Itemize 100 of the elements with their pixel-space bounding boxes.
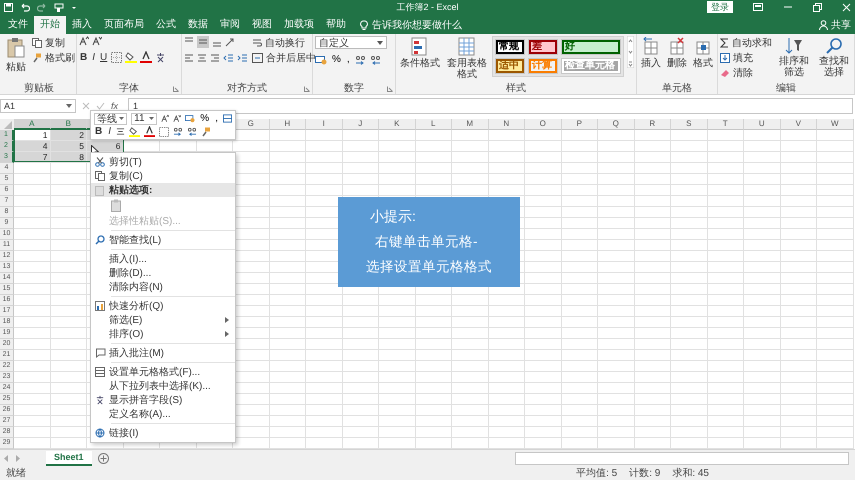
- column-header[interactable]: U: [744, 119, 780, 130]
- column-header[interactable]: R: [634, 119, 671, 130]
- column-header[interactable]: Q: [598, 119, 634, 130]
- scroll-right-icon[interactable]: [15, 454, 20, 462]
- number-style-button[interactable]: ,: [214, 113, 219, 124]
- share-button[interactable]: 共享: [831, 18, 851, 32]
- name-box[interactable]: A1: [0, 99, 76, 113]
- column-header[interactable]: S: [671, 119, 708, 130]
- shrink-font-icon[interactable]: [173, 114, 182, 123]
- font-name-field[interactable]: 等线: [94, 112, 128, 124]
- number-style-button[interactable]: %: [199, 113, 210, 124]
- font-style-button[interactable]: U: [99, 52, 108, 62]
- select-all-icon[interactable]: [0, 119, 14, 130]
- column-header[interactable]: M: [452, 119, 488, 130]
- column-header[interactable]: K: [379, 119, 416, 130]
- dialog-launcher-icon[interactable]: [304, 86, 310, 92]
- paste-option-icon[interactable]: [111, 199, 122, 212]
- cells-button[interactable]: 格式: [691, 36, 715, 71]
- insert-function-button[interactable]: fx: [111, 101, 122, 111]
- clear-button[interactable]: 清除: [720, 66, 772, 79]
- copy-button[interactable]: 复制: [32, 36, 75, 49]
- align-center-icon[interactable]: [116, 127, 126, 136]
- column-header[interactable]: G: [233, 119, 270, 130]
- align-center-icon[interactable]: [197, 53, 207, 63]
- phonetic-icon[interactable]: [155, 52, 166, 62]
- border-icon[interactable]: [111, 52, 122, 62]
- column-header[interactable]: O: [525, 119, 562, 130]
- currency-icon[interactable]: [185, 114, 196, 123]
- align-right-icon[interactable]: [210, 53, 220, 63]
- border-icon[interactable]: [159, 126, 170, 136]
- menu-item[interactable]: 插入批注(M): [91, 346, 235, 360]
- increase-decimal-icon[interactable]: [354, 54, 366, 64]
- ribbon-tab[interactable]: 加载项: [278, 16, 320, 34]
- number-format-dropdown[interactable]: 自定义: [315, 36, 387, 49]
- sort-filter-button[interactable]: 排序和筛选: [776, 36, 812, 79]
- decrease-decimal-icon[interactable]: [370, 54, 381, 64]
- dialog-launcher-icon[interactable]: [173, 86, 179, 92]
- align-left-icon[interactable]: [184, 53, 194, 63]
- menu-item[interactable]: 显示拼音字段(S): [91, 393, 235, 407]
- increase-indent-icon[interactable]: [237, 53, 248, 63]
- fill-button[interactable]: 填充: [720, 51, 772, 64]
- menu-item[interactable]: 设置单元格格式(F)...: [91, 365, 235, 379]
- sign-in-button[interactable]: 登录: [707, 1, 733, 13]
- column-header[interactable]: T: [708, 119, 744, 130]
- menu-item[interactable]: 链接(I): [91, 426, 235, 440]
- enter-icon[interactable]: [96, 102, 105, 110]
- format-painter-icon[interactable]: [201, 126, 212, 136]
- shrink-font-icon[interactable]: [92, 36, 102, 46]
- grid-cell[interactable]: 2: [50, 130, 87, 141]
- ribbon-display-icon[interactable]: [753, 3, 763, 11]
- menu-item[interactable]: 智能查找(L): [91, 233, 235, 247]
- increase-decimal-icon[interactable]: [173, 127, 184, 136]
- table-format-icon[interactable]: [222, 114, 232, 123]
- find-select-button[interactable]: 查找和选择: [816, 36, 852, 79]
- tell-me-search[interactable]: 告诉我你想要做什么: [372, 18, 462, 32]
- column-header[interactable]: N: [488, 119, 525, 130]
- align-middle-icon[interactable]: [197, 36, 209, 48]
- ribbon-tab[interactable]: 视图: [246, 16, 278, 34]
- menu-item[interactable]: 复制(C): [91, 169, 235, 183]
- formula-input[interactable]: 1: [128, 98, 853, 114]
- font-style-button[interactable]: B: [79, 52, 88, 62]
- ribbon-tab[interactable]: 开始: [34, 16, 66, 34]
- ribbon-tab[interactable]: 页面布局: [98, 16, 150, 34]
- menu-item[interactable]: 剪切(T): [91, 155, 235, 169]
- menu-item[interactable]: 排序(O): [91, 327, 235, 341]
- close-icon[interactable]: [842, 2, 851, 12]
- fill-color-icon[interactable]: [125, 51, 138, 63]
- cells-button[interactable]: 删除: [665, 36, 689, 71]
- column-header[interactable]: I: [306, 119, 342, 130]
- column-header[interactable]: V: [780, 119, 817, 130]
- grow-font-icon[interactable]: [79, 36, 89, 46]
- ribbon-tab[interactable]: 审阅: [214, 16, 246, 34]
- format-as-table-button[interactable]: 套用表格格式: [445, 36, 489, 81]
- fill-color-icon[interactable]: [129, 126, 140, 137]
- ribbon-tab[interactable]: 帮助: [320, 16, 352, 34]
- dialog-launcher-icon[interactable]: [387, 86, 393, 92]
- menu-item[interactable]: 快速分析(Q): [91, 299, 235, 313]
- menu-item[interactable]: 定义名称(A)...: [91, 407, 235, 421]
- font-style-button[interactable]: I: [91, 52, 96, 62]
- merge-center-button[interactable]: 合并后居中: [252, 51, 316, 64]
- font-color-icon[interactable]: [144, 126, 156, 137]
- ribbon-tab[interactable]: 插入: [66, 16, 98, 34]
- save-icon[interactable]: [4, 2, 13, 12]
- autosum-button[interactable]: 自动求和: [720, 36, 772, 49]
- font-color-icon[interactable]: [140, 51, 152, 63]
- column-header[interactable]: W: [817, 119, 854, 130]
- column-header[interactable]: P: [562, 119, 598, 130]
- column-header[interactable]: L: [416, 119, 452, 130]
- number-style-button[interactable]: %: [331, 54, 342, 65]
- menu-item[interactable]: 从下拉列表中选择(K)...: [91, 379, 235, 393]
- font-style-button[interactable]: I: [107, 126, 112, 137]
- restore-icon[interactable]: [813, 2, 822, 12]
- menu-item[interactable]: 删除(D)...: [91, 266, 235, 280]
- font-style-button[interactable]: B: [94, 126, 104, 137]
- redo-icon[interactable]: [37, 2, 47, 12]
- column-header[interactable]: A: [14, 119, 50, 130]
- number-style-button[interactable]: ,: [346, 54, 351, 65]
- cell-style-option[interactable]: 好: [561, 39, 621, 55]
- menu-item[interactable]: 插入(I)...: [91, 252, 235, 266]
- undo-icon[interactable]: [20, 2, 30, 12]
